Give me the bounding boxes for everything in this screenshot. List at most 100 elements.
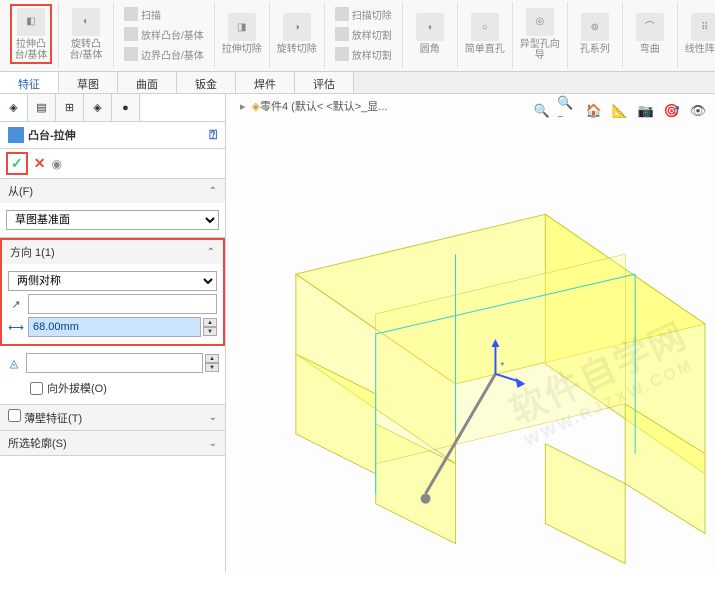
tab-evaluate[interactable]: 评估 <box>295 72 354 93</box>
ribbon-toolbar: ◧ 拉伸凸台/基体 ◐ 旋转凸台/基体 扫描 放样凸台/基体 边界凸台/基体 ◨… <box>0 0 715 72</box>
from-header[interactable]: 从(F) ⌃ <box>0 179 225 203</box>
draft-angle-icon[interactable]: ◬ <box>6 355 22 371</box>
extrude-cut-button[interactable]: ◨ 拉伸切除 <box>221 4 263 64</box>
pattern-icon: ⠿ <box>691 13 715 41</box>
hole-wizard-icon: ◎ <box>526 8 554 36</box>
part-icon: ◈ <box>252 100 260 113</box>
panel-actions: ✓ ✕ ◉ <box>0 149 225 179</box>
boundary-icon <box>124 47 138 61</box>
draft-outward-row: 向外拔模(O) <box>6 376 219 400</box>
from-label: 从(F) <box>8 183 33 199</box>
part-name[interactable]: 零件4 (默认< <默认>_显... <box>260 98 387 114</box>
help-icon[interactable]: ⍰ <box>209 127 217 143</box>
bend-label: 弯曲 <box>640 44 660 55</box>
draft-spinner: ▲ ▼ <box>205 354 219 372</box>
panel-nav-coord[interactable]: ◈ <box>84 94 112 121</box>
direction-header[interactable]: 方向 1(1) ⌃ <box>0 238 225 264</box>
boundary-cut-icon <box>335 47 349 61</box>
draft-outward-label: 向外拔模(O) <box>47 380 107 396</box>
direction-vector-input[interactable] <box>28 294 217 314</box>
ok-button[interactable]: ✓ <box>6 152 28 175</box>
expand-icon: ⌄ <box>209 412 217 423</box>
panel-nav-feature[interactable]: ◈ <box>0 94 28 121</box>
tab-weldments[interactable]: 焊件 <box>236 72 295 93</box>
fillet-button[interactable]: ◖ 圆角 <box>409 4 451 64</box>
draft-angle-input[interactable] <box>26 353 203 373</box>
spinner-down[interactable]: ▼ <box>203 327 217 336</box>
hide-show-button[interactable]: 👁 <box>687 100 709 122</box>
hole-simple-icon: ○ <box>471 13 499 41</box>
section-view-button[interactable]: 📷 <box>635 100 657 122</box>
svg-text:*: * <box>500 361 504 372</box>
panel-nav: ◈ ▤ ⊞ ◈ ● <box>0 94 225 122</box>
extrude-cut-icon: ◨ <box>228 13 256 41</box>
direction-type-select[interactable]: 两侧对称 <box>8 271 217 291</box>
extrude-boss-button[interactable]: ◧ 拉伸凸台/基体 <box>10 4 52 64</box>
hole-series-button[interactable]: ⊚ 孔系列 <box>574 4 616 64</box>
display-style-button[interactable]: 📐 <box>609 100 631 122</box>
tab-features[interactable]: 特征 <box>0 72 59 93</box>
loft-icon <box>124 27 138 41</box>
boundary-cut-button[interactable]: 放样切割 <box>331 46 396 63</box>
bend-icon: ⌒ <box>636 13 664 41</box>
loft-button[interactable]: 放样凸台/基体 <box>120 26 208 43</box>
pattern-label: 线性阵列 <box>685 44 715 55</box>
fillet-icon: ◖ <box>416 13 444 41</box>
depth-input[interactable] <box>28 317 201 337</box>
view-orientation-button[interactable]: 🏠 <box>583 100 605 122</box>
boundary-button[interactable]: 边界凸台/基体 <box>120 46 208 63</box>
from-section: 从(F) ⌃ 草图基准面 <box>0 179 225 238</box>
thin-feature-label: 薄壁特征(T) <box>24 413 82 425</box>
model-preview: * <box>226 94 715 572</box>
collapse-icon: ⌃ <box>209 186 217 197</box>
contours-header[interactable]: 所选轮廓(S) ⌄ <box>0 431 225 455</box>
extrude-cut-label: 拉伸切除 <box>222 44 262 55</box>
draft-outward-checkbox[interactable] <box>30 382 43 395</box>
panel-nav-config[interactable]: ⊞ <box>56 94 84 121</box>
from-select[interactable]: 草图基准面 <box>6 210 219 230</box>
breadcrumb-arrow-icon[interactable]: ▸ <box>240 100 246 113</box>
revolve-cut-button[interactable]: ◑ 旋转切除 <box>276 4 318 64</box>
extrude-icon: ◧ <box>17 8 45 36</box>
depth-icon: ⟷ <box>8 319 24 335</box>
revolve-cut-label: 旋转切除 <box>277 44 317 55</box>
hole-wizard-button[interactable]: ◎ 异型孔向导 <box>519 4 561 64</box>
linear-pattern-button[interactable]: ⠿ 线性阵列 <box>684 4 715 64</box>
thin-feature-checkbox[interactable] <box>8 409 21 422</box>
zoom-area-button[interactable]: 🔍⁻ <box>557 100 579 122</box>
boss-extrude-icon <box>8 127 24 143</box>
direction-section: 方向 1(1) ⌃ 两侧对称 ↗ ⟷ ▲ ▼ <box>0 238 225 405</box>
panel-nav-appearance[interactable]: ● <box>112 94 140 121</box>
thin-feature-header[interactable]: 薄壁特征(T) ⌄ <box>0 405 225 430</box>
spinner-up[interactable]: ▲ <box>205 354 219 363</box>
panel-title-text: 凸台-拉伸 <box>28 127 76 143</box>
panel-nav-list[interactable]: ▤ <box>28 94 56 121</box>
loft-cut-button[interactable]: 放样切割 <box>331 26 396 43</box>
hole-simple-button[interactable]: ○ 简单直孔 <box>464 4 506 64</box>
spinner-down[interactable]: ▼ <box>205 363 219 372</box>
scene-button[interactable]: 🎯 <box>661 100 683 122</box>
sweep-button[interactable]: 扫描 <box>120 6 208 23</box>
revolve-boss-button[interactable]: ◐ 旋转凸台/基体 <box>65 4 107 64</box>
3d-viewport[interactable]: ▸ ◈ 零件4 (默认< <默认>_显... 🔍 🔍⁻ 🏠 📐 📷 🎯 👁 <box>226 94 715 572</box>
hole-simple-label: 简单直孔 <box>465 44 505 55</box>
preview-icon[interactable]: ◉ <box>51 157 61 171</box>
extrude-boss-label: 拉伸凸台/基体 <box>12 39 50 61</box>
contours-section: 所选轮廓(S) ⌄ <box>0 431 225 456</box>
direction-arrow-icon[interactable]: ↗ <box>8 296 24 312</box>
hole-series-label: 孔系列 <box>580 44 610 55</box>
expand-icon: ⌄ <box>209 438 217 449</box>
revolve-icon: ◐ <box>72 8 100 36</box>
bend-button[interactable]: ⌒ 弯曲 <box>629 4 671 64</box>
tab-surfaces[interactable]: 曲面 <box>118 72 177 93</box>
spinner-up[interactable]: ▲ <box>203 318 217 327</box>
sweep-cut-button[interactable]: 扫描切除 <box>331 6 396 23</box>
fillet-label: 圆角 <box>420 44 440 55</box>
cancel-button[interactable]: ✕ <box>34 155 46 172</box>
tab-sketch[interactable]: 草图 <box>59 72 118 93</box>
panel-title-bar: 凸台-拉伸 ⍰ <box>0 122 225 149</box>
tab-sheetmetal[interactable]: 钣金 <box>177 72 236 93</box>
zoom-fit-button[interactable]: 🔍 <box>531 100 553 122</box>
collapse-icon: ⌃ <box>207 247 215 258</box>
hole-wizard-label: 异型孔向导 <box>519 39 561 61</box>
